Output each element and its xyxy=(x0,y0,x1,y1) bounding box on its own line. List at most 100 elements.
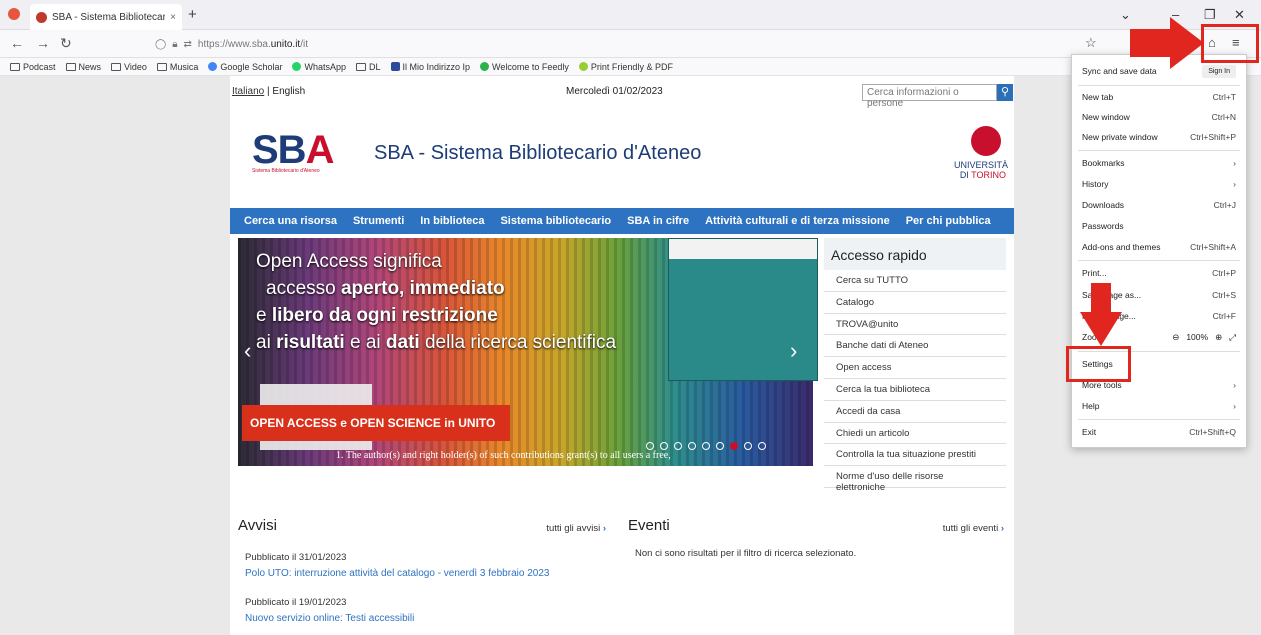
quick-item[interactable]: Accedi da casa xyxy=(824,401,1006,423)
url-text: https://www.sba.unito.it/it xyxy=(197,38,308,50)
slide-footnote: 1. The author(s) and right holder(s) of … xyxy=(336,450,671,461)
search-icon[interactable]: ⚲ xyxy=(997,84,1013,101)
menu-private-window[interactable]: New private window Ctrl+Shift+P xyxy=(1072,127,1246,147)
menu-print[interactable]: Print... Ctrl+P xyxy=(1072,263,1246,283)
quick-item[interactable]: Cerca su TUTTO xyxy=(824,270,1006,292)
reload-icon[interactable]: ↻ xyxy=(60,35,72,52)
menu-help[interactable]: Help › xyxy=(1072,396,1246,416)
bookmark-google-scholar[interactable]: Google Scholar xyxy=(208,62,282,72)
tab-sba[interactable]: SBA - Sistema Bibliotecario d'A × xyxy=(30,4,182,30)
top-line: Italiano | English Mercoledì 01/02/2023 … xyxy=(230,83,1014,109)
tab-title: SBA - Sistema Bibliotecario d'A xyxy=(52,11,166,23)
site-search-input[interactable]: Cerca informazioni o persone xyxy=(862,84,997,109)
chevron-right-icon: › xyxy=(1233,158,1236,168)
menu-exit[interactable]: Exit Ctrl+Shift+Q xyxy=(1072,422,1246,442)
folder-icon xyxy=(65,62,76,71)
zoom-in-icon[interactable]: ⊕ xyxy=(1215,332,1222,343)
menu-sync[interactable]: Sync and save data Sign In xyxy=(1072,61,1246,81)
unito-seal-icon xyxy=(971,126,1001,156)
quick-item[interactable]: Banche dati di Ateneo xyxy=(824,335,1006,358)
avvisi-section: Avvisi tutti gli avvisi › Pubblicato il … xyxy=(238,517,610,624)
nav-cerca-risorsa[interactable]: Cerca una risorsa xyxy=(236,215,345,227)
main-navigation: Cerca una risorsa Strumenti In bibliotec… xyxy=(230,208,1014,234)
nav-sistema-bibliotecario[interactable]: Sistema bibliotecario xyxy=(492,215,619,227)
menu-new-tab[interactable]: New tab Ctrl+T xyxy=(1072,87,1246,107)
bookmark-news[interactable]: News xyxy=(65,62,101,72)
quick-item[interactable]: Controlla la tua situazione prestiti xyxy=(824,444,1006,467)
new-tab-button[interactable]: + xyxy=(188,6,197,23)
open-access-banner[interactable]: OPEN ACCESS e OPEN SCIENCE in UNITO xyxy=(242,405,510,441)
news-link[interactable]: Polo UTO: interruzione attività del cata… xyxy=(238,568,610,579)
bookmark-feedly[interactable]: Welcome to Feedly xyxy=(480,62,569,72)
bookmark-printfriendly[interactable]: Print Friendly & PDF xyxy=(578,62,673,72)
bookmark-whatsapp[interactable]: WhatsApp xyxy=(292,62,346,72)
lang-italiano[interactable]: Italiano xyxy=(232,86,264,97)
quick-item[interactable]: Norme d'uso delle risorse elettroniche xyxy=(824,466,1006,493)
pub-date: Pubblicato il 31/01/2023 xyxy=(245,552,347,563)
bookmark-star-icon[interactable]: ☆ xyxy=(1085,35,1097,51)
bookmark-dl[interactable]: DL xyxy=(356,62,381,72)
slider-next-icon[interactable]: › xyxy=(790,338,797,364)
lang-english[interactable]: English xyxy=(272,86,305,97)
quick-item[interactable]: Open access xyxy=(824,357,1006,379)
quick-access-title: Accesso rapido xyxy=(824,238,1006,270)
slider-prev-icon[interactable]: ‹ xyxy=(244,338,251,364)
slider-dot-active[interactable] xyxy=(730,442,738,450)
bookmark-musica[interactable]: Musica xyxy=(156,62,198,72)
quick-item[interactable]: Chiedi un articolo xyxy=(824,423,1006,445)
menu-history[interactable]: History › xyxy=(1072,174,1246,194)
slider-dot[interactable] xyxy=(674,442,682,450)
firefox-icon[interactable] xyxy=(8,8,20,20)
slider-dot[interactable] xyxy=(716,442,724,450)
slider-dot[interactable] xyxy=(702,442,710,450)
bookmark-podcast[interactable]: Podcast xyxy=(10,62,56,72)
bookmark-video[interactable]: Video xyxy=(111,62,147,72)
slider-dot[interactable] xyxy=(758,442,766,450)
restore-icon[interactable]: ❐ xyxy=(1204,7,1216,23)
nav-strumenti[interactable]: Strumenti xyxy=(345,215,412,227)
close-window-icon[interactable]: ✕ xyxy=(1234,7,1245,23)
sba-logo[interactable]: SBA xyxy=(252,128,334,173)
quick-item[interactable]: Catalogo xyxy=(824,292,1006,314)
language-switch: Italiano | English xyxy=(232,86,306,97)
lock-icon[interactable]: 🔒︎ xyxy=(172,39,177,50)
quick-item[interactable]: TROVA@unito xyxy=(824,314,1006,336)
all-eventi-link[interactable]: tutti gli eventi › xyxy=(943,523,1004,534)
zoom-out-icon[interactable]: ⊖ xyxy=(1172,332,1179,343)
nav-sba-in-cifre[interactable]: SBA in cifre xyxy=(619,215,697,227)
nav-in-biblioteca[interactable]: In biblioteca xyxy=(412,215,492,227)
all-avvisi-link[interactable]: tutti gli avvisi › xyxy=(546,523,606,534)
menu-addons[interactable]: Add-ons and themes Ctrl+Shift+A xyxy=(1072,237,1246,257)
hero-slider[interactable]: Open Access significa accesso aperto, im… xyxy=(238,238,818,466)
tab-close-icon[interactable]: × xyxy=(170,12,176,23)
menu-passwords[interactable]: Passwords xyxy=(1072,216,1246,236)
url-bar[interactable]: ◯ 🔒︎ ⇄ https://www.sba.unito.it/it xyxy=(155,34,1055,54)
site-favicon-icon xyxy=(36,11,47,23)
bookmark-ip[interactable]: Il Mio Indirizzo Ip xyxy=(390,62,470,72)
chevron-right-icon: › xyxy=(1233,380,1236,390)
menu-downloads[interactable]: Downloads Ctrl+J xyxy=(1072,195,1246,215)
permissions-icon[interactable]: ⇄ xyxy=(184,39,192,50)
chevron-right-icon: › xyxy=(1233,401,1236,411)
slider-dot[interactable] xyxy=(744,442,752,450)
menu-bookmarks[interactable]: Bookmarks › xyxy=(1072,153,1246,173)
slider-dot[interactable] xyxy=(688,442,696,450)
shield-icon[interactable]: ◯ xyxy=(155,39,166,50)
tab-list-icon[interactable]: ⌄ xyxy=(1120,7,1131,23)
sign-in-button[interactable]: Sign In xyxy=(1202,64,1236,78)
zoom-level[interactable]: 100% xyxy=(1186,332,1208,342)
annotation-arrow-right-head xyxy=(1170,17,1204,69)
unito-logo[interactable]: UNIVERSITÀ DI TORINO xyxy=(954,126,1008,180)
slider-dot[interactable] xyxy=(646,442,654,450)
fullscreen-icon[interactable]: ⤢ xyxy=(1229,332,1236,343)
folder-icon xyxy=(356,62,366,71)
back-icon[interactable]: ← xyxy=(10,35,24,51)
book-page xyxy=(669,239,817,259)
slider-dot[interactable] xyxy=(660,442,668,450)
news-link[interactable]: Nuovo servizio online: Testi accessibili xyxy=(238,613,610,624)
menu-new-window[interactable]: New window Ctrl+N xyxy=(1072,107,1246,127)
nav-attivita-culturali[interactable]: Attività culturali e di terza missione xyxy=(697,215,898,227)
quick-item[interactable]: Cerca la tua biblioteca xyxy=(824,379,1006,401)
nav-per-chi-pubblica[interactable]: Per chi pubblica xyxy=(898,215,999,227)
forward-icon[interactable]: → xyxy=(36,35,50,51)
